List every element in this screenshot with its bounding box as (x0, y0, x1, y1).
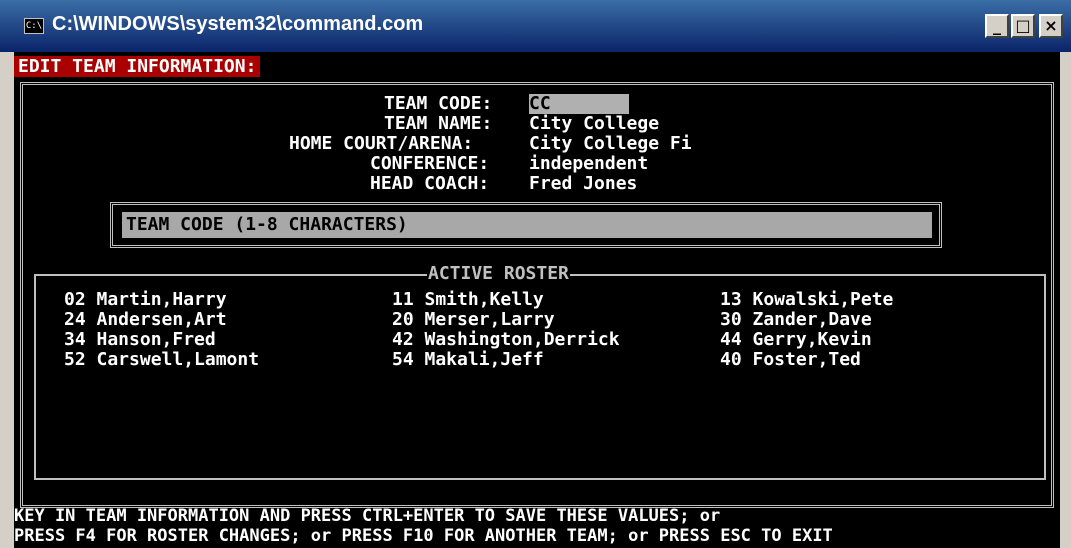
roster-player[interactable]: 13 Kowalski,Pete (720, 290, 893, 310)
team-name-value[interactable]: City College (529, 114, 659, 134)
footer-line-1: KEY IN TEAM INFORMATION AND PRESS CTRL+E… (14, 506, 721, 526)
close-button[interactable]: × (1039, 14, 1063, 38)
head-coach-value[interactable]: Fred Jones (529, 174, 637, 194)
team-code-label: TEAM CODE: (384, 93, 493, 114)
roster-player[interactable]: 02 Martin,Harry (64, 290, 227, 310)
head-coach-label: HEAD COACH: (370, 173, 490, 194)
roster-player[interactable]: 30 Zander,Dave (720, 310, 872, 330)
maximize-button[interactable]: □ (1011, 14, 1035, 38)
team-code-value: CC (529, 93, 551, 114)
console-area[interactable]: EDIT TEAM INFORMATION: TEAM CODE: CC TEA… (14, 52, 1060, 548)
console-window: C:\ C:\WINDOWS\system32\command.com _ □ … (0, 0, 1071, 548)
console-app-icon[interactable]: C:\ (24, 18, 44, 34)
roster-player[interactable]: 54 Makali,Jeff (392, 350, 544, 370)
roster-player[interactable]: 11 Smith,Kelly (392, 290, 544, 310)
roster-player[interactable]: 42 Washington,Derrick (392, 330, 620, 350)
roster-player[interactable]: 20 Merser,Larry (392, 310, 555, 330)
roster-player[interactable]: 24 Andersen,Art (64, 310, 227, 330)
roster-title: ACTIVE ROSTER (427, 263, 570, 284)
team-name-label: TEAM NAME: (384, 113, 493, 134)
home-court-value[interactable]: City College Fi (529, 134, 692, 154)
roster-player[interactable]: 34 Hanson,Fred (64, 330, 216, 350)
roster-player[interactable]: 40 Foster,Ted (720, 350, 861, 370)
title-bar[interactable]: C:\ C:\WINDOWS\system32\command.com _ □ … (0, 0, 1071, 52)
window-title: C:\WINDOWS\system32\command.com (52, 13, 424, 35)
roster-player[interactable]: 44 Gerry,Kevin (720, 330, 872, 350)
home-court-label: HOME COURT/ARENA: (289, 133, 474, 154)
footer-line-2: PRESS F4 FOR ROSTER CHANGES; or PRESS F1… (14, 526, 833, 546)
prompt-bar: TEAM CODE (1-8 CHARACTERS) (122, 212, 932, 238)
minimize-button[interactable]: _ (985, 14, 1009, 38)
conference-label: CONFERENCE: (370, 153, 490, 174)
roster-player[interactable]: 52 Carswell,Lamont (64, 350, 259, 370)
screen-header: EDIT TEAM INFORMATION: (14, 56, 261, 77)
conference-value[interactable]: independent (529, 154, 648, 174)
